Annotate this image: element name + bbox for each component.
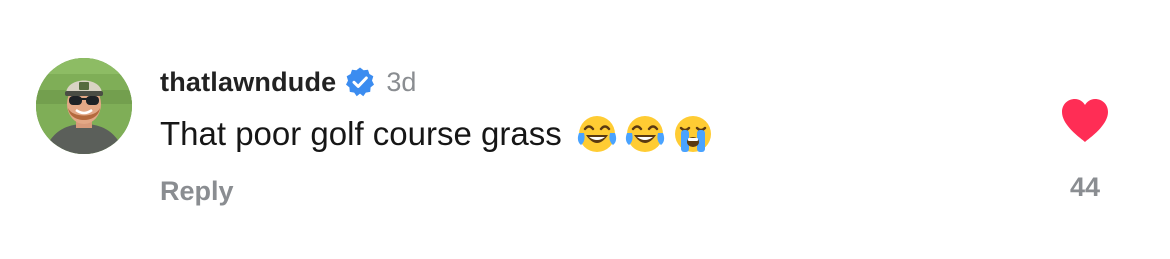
comment-text: That poor golf course grass bbox=[160, 115, 562, 152]
emoji-group bbox=[576, 113, 714, 155]
heart-icon bbox=[1062, 99, 1108, 142]
loudly-crying-face-icon bbox=[672, 113, 714, 155]
like-button[interactable] bbox=[1058, 96, 1112, 146]
avatar[interactable] bbox=[36, 58, 132, 154]
like-count: 44 bbox=[1069, 172, 1101, 202]
username[interactable]: thatlawndude bbox=[160, 67, 336, 98]
reply-button[interactable]: Reply bbox=[160, 176, 234, 207]
avatar-image bbox=[36, 58, 132, 154]
timestamp: 3d bbox=[386, 66, 417, 97]
comment-body: That poor golf course grass bbox=[160, 110, 714, 158]
verified-badge-icon bbox=[344, 66, 376, 98]
comment-header: thatlawndude 3d bbox=[160, 62, 416, 102]
comment-item: thatlawndude 3d That poor golf course gr… bbox=[0, 0, 1170, 259]
face-with-tears-of-joy-icon bbox=[576, 113, 618, 155]
face-with-tears-of-joy-icon bbox=[624, 113, 666, 155]
